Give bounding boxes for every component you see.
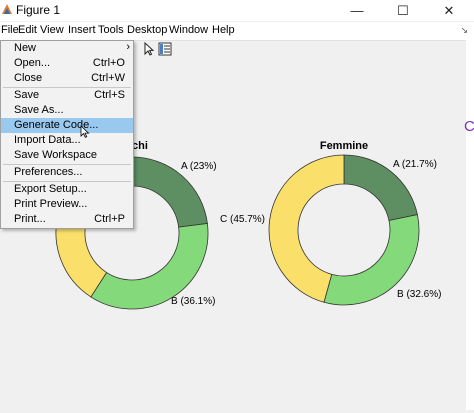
menu-help[interactable]: Help	[212, 24, 235, 36]
menu-item-label: Save	[14, 89, 40, 101]
menu-file[interactable]: File	[1, 24, 19, 36]
matlab-app-icon	[2, 4, 12, 14]
file-menu-dropdown: New › Open... Ctrl+O Close Ctrl+W Save C…	[0, 40, 134, 229]
menu-item-label: Save As...	[14, 104, 64, 116]
property-inspector-icon[interactable]	[157, 41, 173, 57]
window-title: Figure 1	[16, 3, 61, 17]
menu-item-preferences[interactable]: Preferences...	[1, 165, 133, 180]
maximize-button[interactable]: ☐	[380, 0, 426, 21]
menu-item-shortcut: Ctrl+O	[92, 57, 125, 69]
menu-item-close[interactable]: Close Ctrl+W	[1, 71, 133, 86]
menu-item-shortcut: Ctrl+W	[91, 72, 125, 84]
menu-item-label: Export Setup...	[14, 183, 87, 195]
menu-edit[interactable]: Edit	[18, 24, 37, 36]
right-edge-strip	[466, 40, 474, 410]
menu-item-label: Preferences...	[14, 166, 83, 178]
menu-desktop[interactable]: Desktop	[127, 24, 167, 36]
menu-item-print-preview[interactable]: Print Preview...	[1, 197, 133, 212]
minimize-button[interactable]: —	[334, 0, 380, 21]
menu-item-label: Open...	[14, 57, 51, 69]
menu-item-shortcut: Ctrl+P	[94, 213, 125, 225]
submenu-arrow-icon: ›	[126, 41, 130, 53]
menu-item-import-data[interactable]: Import Data...	[1, 133, 133, 148]
chart-1-label-b: B (36.1%)	[171, 296, 215, 307]
menu-item-label: Save Workspace	[14, 149, 97, 161]
menu-item-label: Print...	[14, 213, 46, 225]
menu-item-label: Close	[14, 72, 43, 84]
chart-2-title: Femmine	[320, 140, 368, 152]
menu-window[interactable]: Window	[169, 24, 208, 36]
menu-view[interactable]: View	[40, 24, 64, 36]
pointer-arrow-icon[interactable]	[141, 41, 157, 57]
menu-item-new[interactable]: New ›	[1, 41, 133, 56]
chart-2-label-a: A (21.7%)	[393, 159, 437, 170]
chart-1-title: chi	[132, 140, 148, 152]
menu-item-shortcut: Ctrl+S	[94, 89, 125, 101]
menu-bar: File Edit View Insert Tools Desktop Wind…	[0, 22, 474, 41]
chart-2: Femmine A (21.7%) B (32.6%) C (45.7%)	[220, 140, 441, 306]
menu-item-generate-code[interactable]: Generate Code...	[1, 118, 133, 138]
menu-item-print[interactable]: Print... Ctrl+P	[1, 212, 133, 227]
dock-arrow-icon[interactable]: ↘	[460, 25, 468, 36]
menu-item-save-workspace[interactable]: Save Workspace	[1, 148, 133, 163]
chart-2-label-c: C (45.7%)	[220, 214, 265, 225]
right-edge-glyph: C	[464, 118, 474, 135]
menu-item-label: Import Data...	[14, 134, 81, 146]
menu-item-label: Print Preview...	[14, 198, 88, 210]
menu-insert[interactable]: Insert	[68, 24, 96, 36]
menu-item-open[interactable]: Open... Ctrl+O	[1, 56, 133, 71]
chart-2-label-b: B (32.6%)	[397, 289, 441, 300]
menu-item-save-as[interactable]: Save As...	[1, 103, 133, 118]
chart-2-slices	[268, 154, 420, 306]
title-bar: Figure 1 — ☐ ✕	[0, 0, 474, 21]
menu-item-export-setup[interactable]: Export Setup...	[1, 182, 133, 197]
menu-item-label: New	[14, 42, 37, 54]
menu-tools[interactable]: Tools	[98, 24, 124, 36]
close-button[interactable]: ✕	[426, 0, 472, 21]
chart-1-label-a: A (23%)	[181, 161, 217, 172]
menu-item-save[interactable]: Save Ctrl+S	[1, 88, 133, 103]
